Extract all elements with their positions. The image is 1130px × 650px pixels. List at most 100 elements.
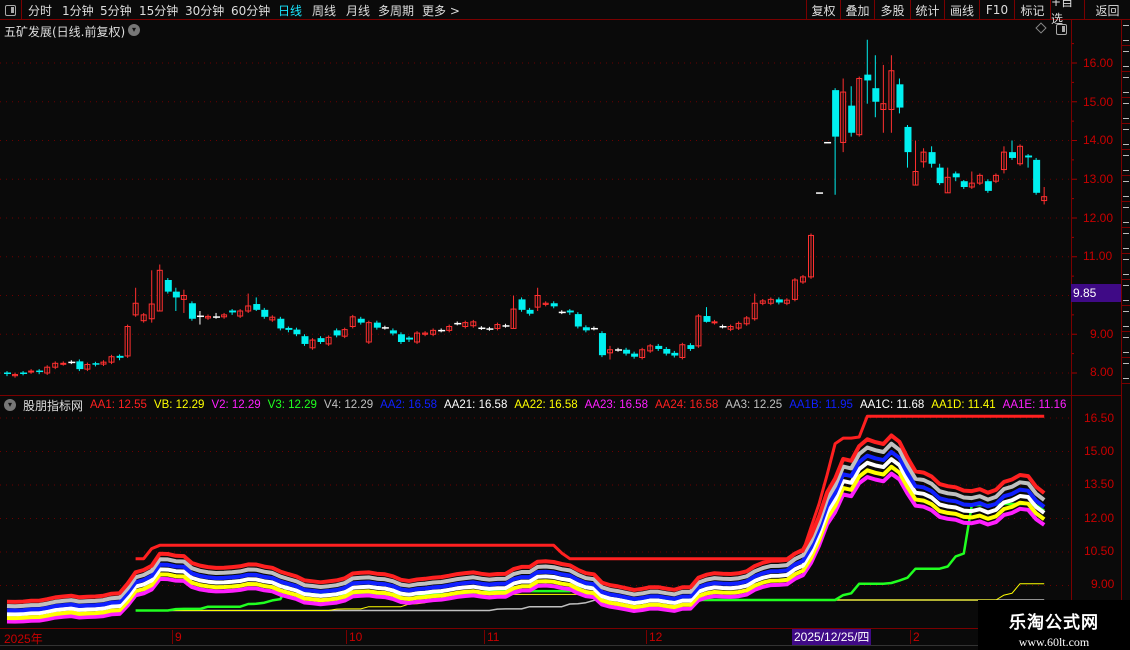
candle-body (397, 334, 405, 342)
candle-body (389, 330, 397, 334)
candle-body (28, 370, 35, 373)
candle-body (454, 322, 462, 325)
candle-body (357, 318, 365, 323)
candle-body (333, 330, 341, 336)
legend-item: AA22: 16.58 (514, 399, 578, 411)
indicator-axis-label: 15.00 (1084, 444, 1115, 458)
main-chart-header: 五矿发展(日线.前复权) ▾ (0, 20, 1071, 39)
band-aa1d (6, 464, 1046, 621)
pane-divider[interactable] (0, 395, 1121, 396)
candle-body (229, 310, 237, 313)
candle-body (373, 322, 381, 328)
legend-item: AA24: 16.58 (654, 399, 719, 411)
price-label: 11.00 (1083, 249, 1113, 263)
chevron-down-icon[interactable]: ▾ (128, 24, 140, 36)
candle-body (68, 361, 76, 364)
indicator-axis-label: 12.00 (1084, 511, 1115, 525)
candle-body (872, 88, 880, 102)
indicator-axis-label: 13.50 (1084, 477, 1115, 491)
candle-body (92, 363, 100, 365)
candle-body (1009, 152, 1016, 158)
candle-body (671, 352, 679, 356)
chevron-down-icon[interactable]: ▾ (4, 399, 16, 411)
date-label: 9 (172, 630, 182, 644)
candle-body (598, 333, 606, 356)
indicator-name[interactable]: 股朋指标网 (23, 397, 83, 414)
legend-item: V4: 12.29 (323, 399, 374, 411)
candle-body (984, 181, 992, 191)
candle-body (824, 141, 832, 144)
candle-body (687, 345, 695, 349)
side-panel-strip[interactable] (1121, 20, 1130, 628)
candle-body (928, 152, 936, 164)
price-label: 13.00 (1083, 172, 1114, 186)
candle-body (623, 349, 631, 354)
candle-body (719, 326, 727, 328)
candle-body (631, 353, 639, 357)
candle-body (36, 370, 44, 373)
watermark: 乐淘公式网 www.60lt.com (978, 600, 1130, 650)
candle-body (253, 304, 261, 310)
candle-body (550, 303, 558, 307)
date-label: 11 (484, 630, 499, 644)
indicator-axis-label: 9.00 (1091, 577, 1115, 591)
candle-body (196, 315, 204, 318)
watermark-url: www.60lt.com (1018, 635, 1090, 649)
candle-body (558, 311, 566, 314)
candle-body (896, 84, 904, 108)
candle-body (960, 181, 968, 187)
candle-body (438, 329, 446, 332)
candle-body (655, 345, 663, 349)
candle-body (615, 349, 623, 351)
legend-item: AA1E: 11.16 (1002, 399, 1067, 411)
price-label: 15.00 (1083, 95, 1114, 109)
indicator-axis-label: 16.50 (1084, 411, 1115, 425)
candle-body (526, 309, 534, 314)
candle-body (277, 318, 285, 329)
panel-icon[interactable] (1056, 24, 1067, 35)
candle-body (502, 325, 510, 327)
date-label: 10 (346, 630, 362, 644)
candle-body (864, 74, 872, 81)
candle-body (76, 361, 84, 370)
candle-body (703, 316, 711, 322)
candle-body (590, 327, 598, 330)
candle-body (406, 337, 413, 340)
kline-chart[interactable] (0, 0, 1130, 650)
candle-body (293, 329, 301, 335)
candle-body (775, 299, 783, 303)
candle-body (261, 309, 269, 317)
legend-item: VB: 12.29 (153, 399, 205, 411)
candle-body (1025, 155, 1033, 158)
candle-body (663, 348, 671, 354)
candle-body (904, 126, 912, 153)
legend-item: AA1D: 11.41 (931, 399, 996, 411)
date-axis: 2025年 9 10 11 12 2 2025/12/25/四 (0, 628, 1121, 646)
candle-body (4, 372, 11, 374)
legend-item: AA1C: 11.68 (859, 399, 925, 411)
legend-item: AA21: 16.58 (444, 399, 508, 411)
candle-body (582, 327, 590, 331)
price-label: 12.00 (1083, 211, 1114, 225)
candle-body (116, 355, 124, 358)
candle-body (566, 310, 574, 313)
candle-body (1033, 159, 1041, 193)
candle-body (711, 321, 718, 324)
candle-body (213, 316, 221, 318)
candle-body (20, 372, 28, 374)
price-axis-border (1071, 20, 1072, 628)
legend-item: AA2: 16.58 (380, 399, 438, 411)
status-strip (0, 645, 1130, 650)
legend-item: AA1: 12.55 (90, 399, 147, 411)
candle-body (486, 328, 494, 330)
price-label: 8.00 (1090, 365, 1114, 379)
stock-title: 五矿发展(日线.前复权) (4, 25, 126, 39)
diamond-icon[interactable] (1035, 22, 1047, 34)
date-label: 12 (646, 630, 662, 644)
candle-body (832, 90, 840, 137)
candle-body (574, 314, 582, 327)
candle-body (60, 362, 67, 365)
legend-item: V2: 12.29 (211, 399, 261, 411)
candle-body (317, 338, 325, 342)
date-label: 2 (910, 630, 920, 644)
